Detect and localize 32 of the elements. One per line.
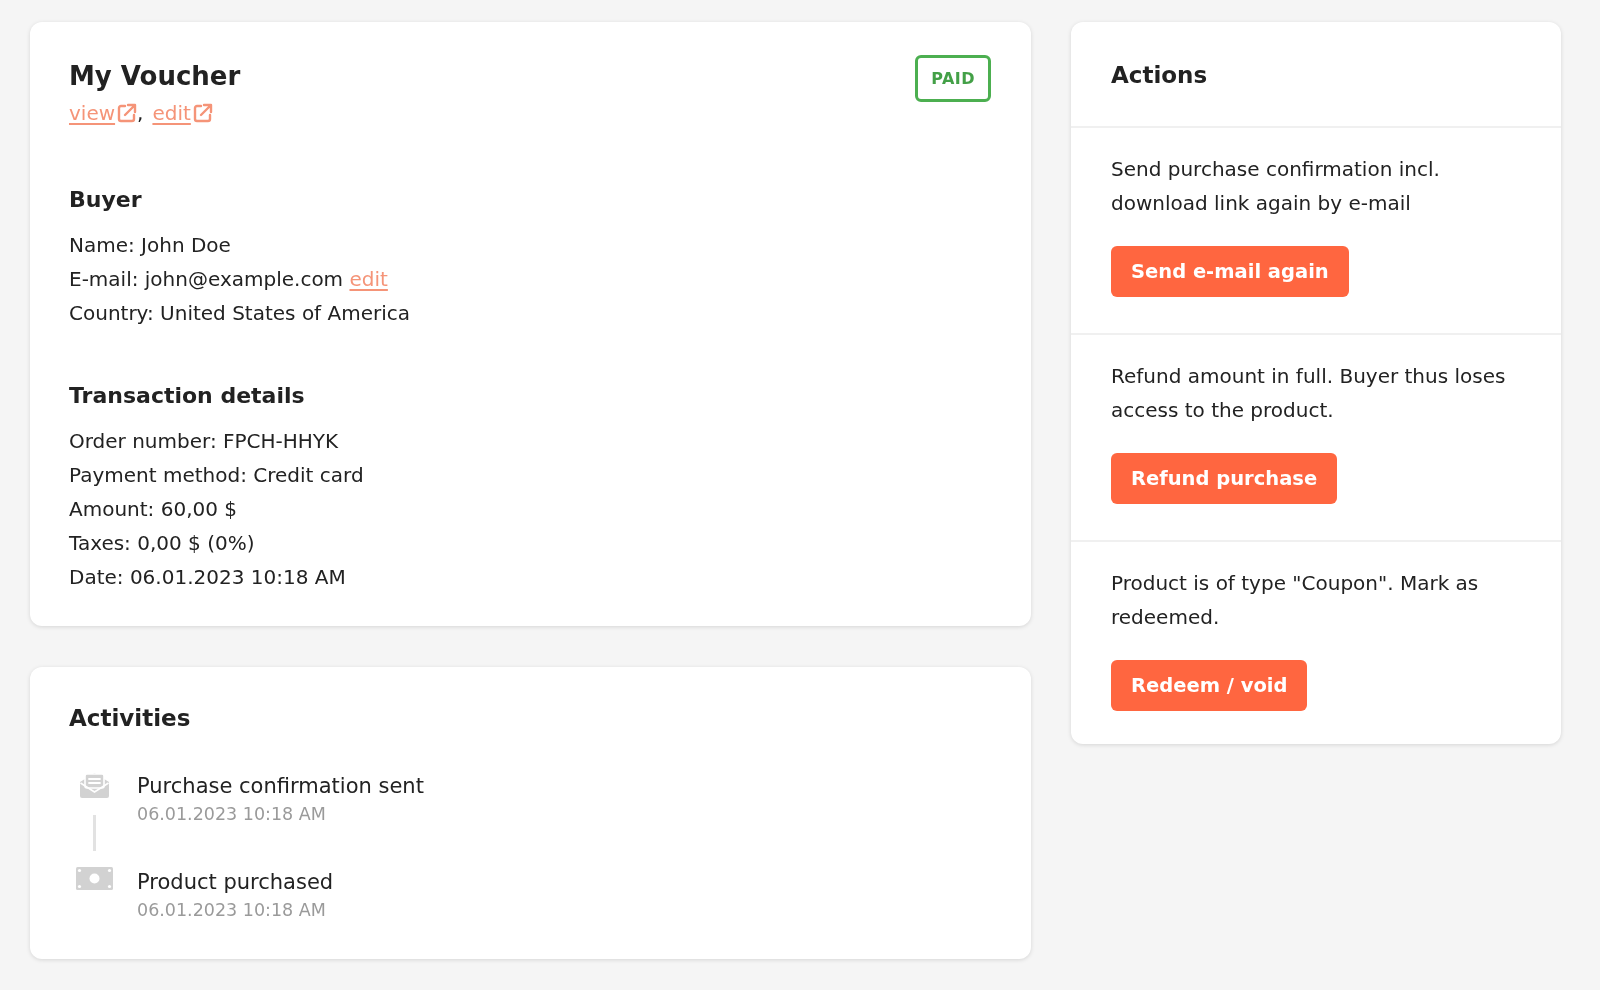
section-heading: Buyer xyxy=(69,186,143,214)
voucher-title: My Voucher xyxy=(69,60,241,93)
activity-time: 06.01.2023 10:18 AM xyxy=(137,899,327,922)
activity-title: Product purchased xyxy=(137,869,334,896)
link-separator: , xyxy=(137,100,144,127)
detail-text: Date: 06.01.2023 10:18 AM xyxy=(69,565,346,589)
status-badge: PAID xyxy=(915,55,991,102)
external-link[interactable]: view xyxy=(69,98,138,128)
detail-text: Payment method: Credit card xyxy=(69,463,364,487)
cash-icon xyxy=(76,867,113,890)
external-link-icon xyxy=(117,103,138,123)
action-description: Send purchase confirmation incl. download link again by e-mail xyxy=(1111,156,1441,217)
detail-text: Country: United States of America xyxy=(69,301,410,325)
activities-title: Activities xyxy=(69,704,192,733)
action-description: Refund amount in full. Buyer thus loses access to the product. xyxy=(1111,363,1507,424)
detail-text: Taxes: 0,00 $ (0%) xyxy=(69,531,255,555)
external-link[interactable]: edit xyxy=(152,98,213,128)
action-button[interactable]: Redeem / void xyxy=(1111,660,1308,711)
detail-text: Amount: 60,00 $ xyxy=(69,497,238,521)
action-description: Product is of type "Coupon". Mark as redeemed. xyxy=(1111,570,1480,631)
action-button[interactable]: Refund purchase xyxy=(1111,453,1338,504)
external-link-icon xyxy=(192,103,213,123)
actions-title: Actions xyxy=(1111,61,1209,90)
action-button[interactable]: Send e-mail again xyxy=(1111,246,1349,297)
detail-text: Name: John Doe xyxy=(69,233,231,257)
activity-time: 06.01.2023 10:18 AM xyxy=(137,803,327,826)
detail-text: E-mail: john@example.com xyxy=(69,267,344,291)
activity-title: Purchase confirmation sent xyxy=(137,773,424,800)
detail-text: Order number: FPCH-HHYK xyxy=(69,429,339,453)
envelope-icon xyxy=(79,771,110,798)
section-heading: Transaction details xyxy=(69,382,306,410)
edit-link[interactable]: edit xyxy=(349,267,388,291)
